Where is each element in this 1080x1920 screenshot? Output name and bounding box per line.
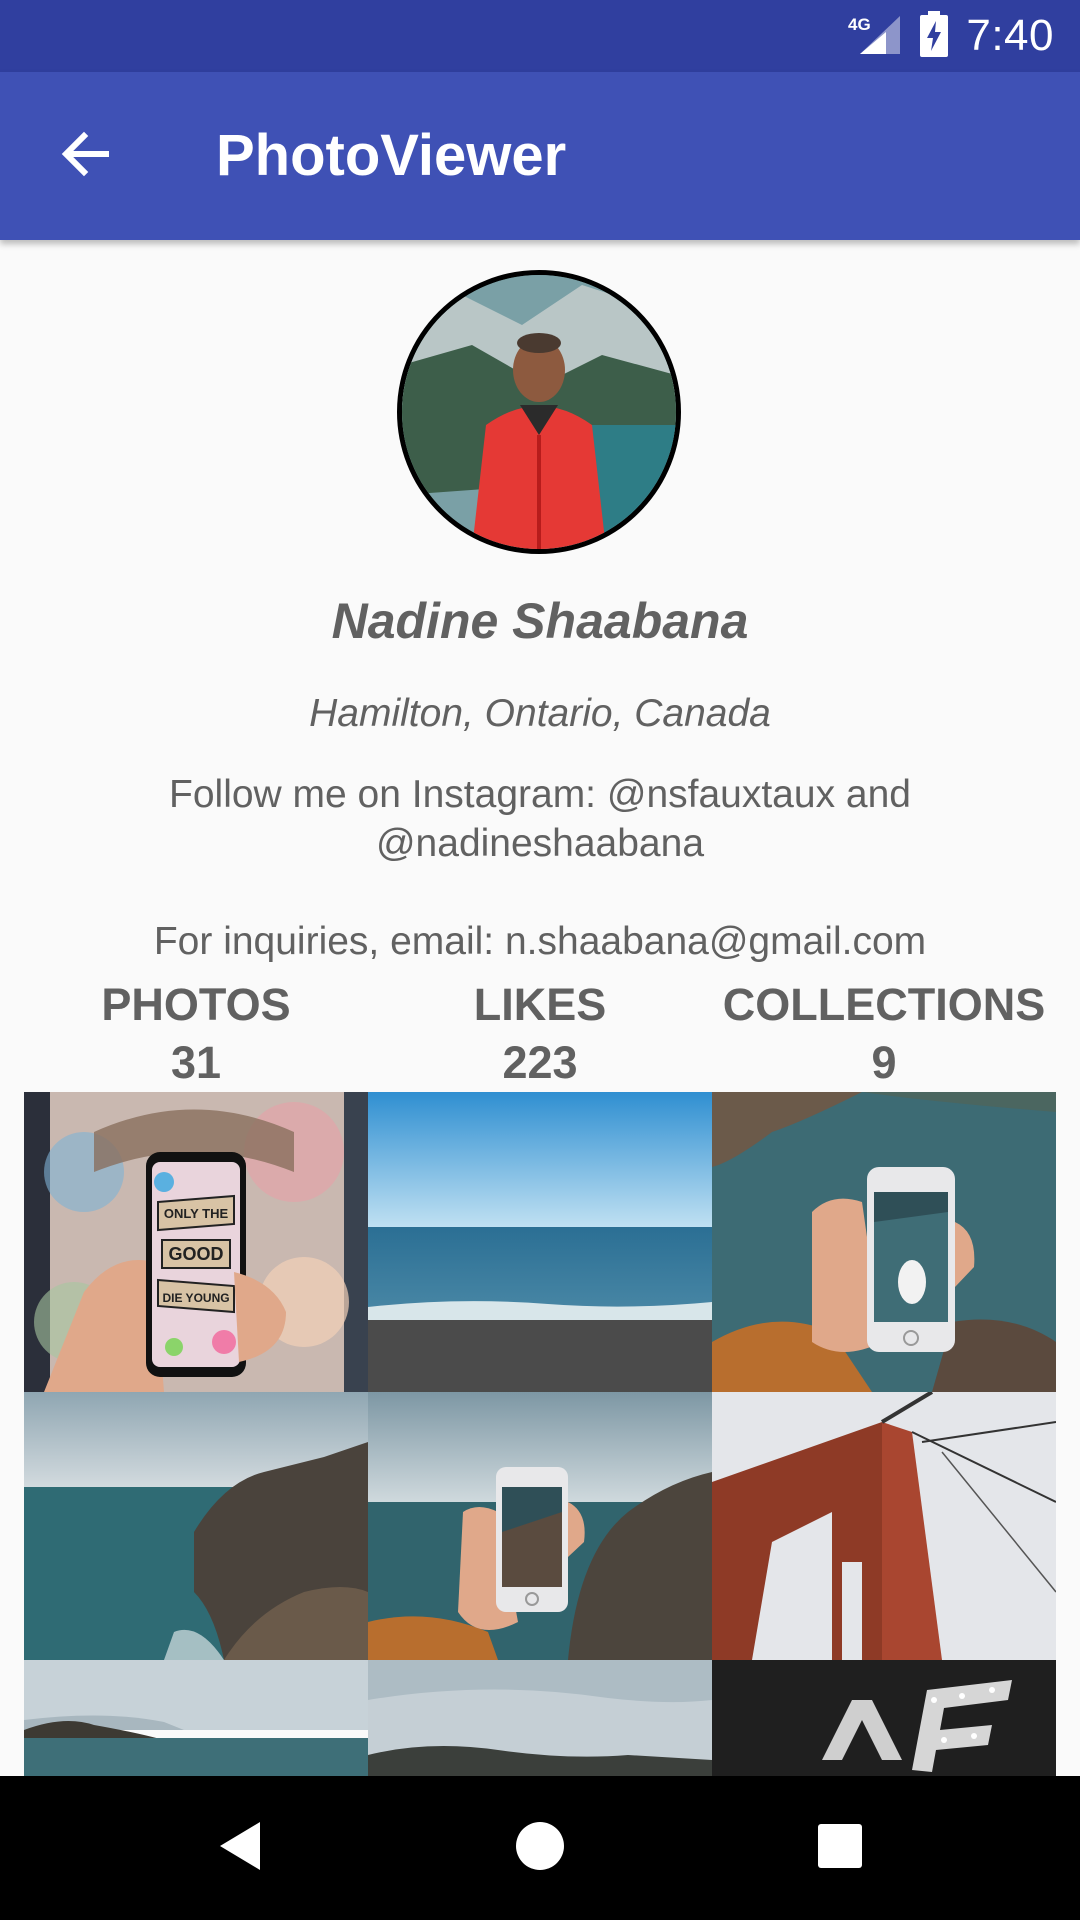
back-button[interactable] [36, 108, 132, 204]
nav-back-button[interactable] [192, 1800, 288, 1896]
phone-screen-line-1: ONLY THE [164, 1206, 229, 1221]
photo-tile[interactable] [712, 1392, 1056, 1660]
status-time: 7:40 [966, 11, 1054, 60]
photo-tile[interactable]: ONLY THE GOOD DIE YOUNG [24, 1092, 368, 1392]
battery-charging-icon [920, 10, 949, 62]
stat-photos-value: 31 [170, 1037, 222, 1088]
photo-viewer-screen: 4G 7:40 PhotoViewer Nadine Shaabana Hami… [0, 0, 1080, 1920]
network-type-label: 4G [848, 15, 871, 34]
stat-collections[interactable]: COLLECTIONS 9 [712, 976, 1056, 1092]
stat-photos-label: PHOTOS [101, 979, 291, 1030]
app-title: PhotoViewer [216, 123, 567, 188]
profile-stats: PHOTOS 31 LIKES 223 COLLECTIONS 9 [24, 976, 1056, 1092]
stat-likes-label: LIKES [473, 979, 607, 1030]
phone-screen-line-3: DIE YOUNG [162, 1291, 229, 1305]
nav-recents-button[interactable] [792, 1800, 888, 1896]
stat-collections-label: COLLECTIONS [722, 979, 1046, 1030]
photo-tile[interactable] [368, 1092, 712, 1392]
nav-home-icon [515, 1821, 565, 1876]
profile-location: Hamilton, Ontario, Canada [309, 692, 771, 735]
profile-name: Nadine Shaabana [331, 593, 749, 649]
photo-tile[interactable] [368, 1392, 712, 1660]
app-bar: PhotoViewer [0, 72, 1080, 240]
system-nav-bar [0, 1776, 1080, 1920]
avatar[interactable] [397, 270, 681, 554]
phone-screen-line-2: GOOD [168, 1244, 223, 1264]
status-bar: 4G 7:40 [0, 0, 1080, 72]
photo-tile[interactable] [712, 1092, 1056, 1392]
stat-likes[interactable]: LIKES 223 [368, 976, 712, 1092]
profile-bio: Follow me on Instagram: @nsfauxtaux and … [153, 773, 927, 963]
stat-photos[interactable]: PHOTOS 31 [24, 976, 368, 1092]
nav-home-button[interactable] [492, 1800, 588, 1896]
nav-recents-icon [817, 1823, 863, 1874]
stat-likes-value: 223 [502, 1037, 578, 1088]
stat-collections-value: 9 [871, 1037, 897, 1088]
network-4g-icon: 4G [848, 12, 902, 61]
nav-back-icon [216, 1820, 264, 1877]
status-icons: 4G 7:40 [848, 0, 1054, 72]
photo-tile[interactable] [24, 1392, 368, 1660]
arrow-back-icon [58, 128, 110, 185]
